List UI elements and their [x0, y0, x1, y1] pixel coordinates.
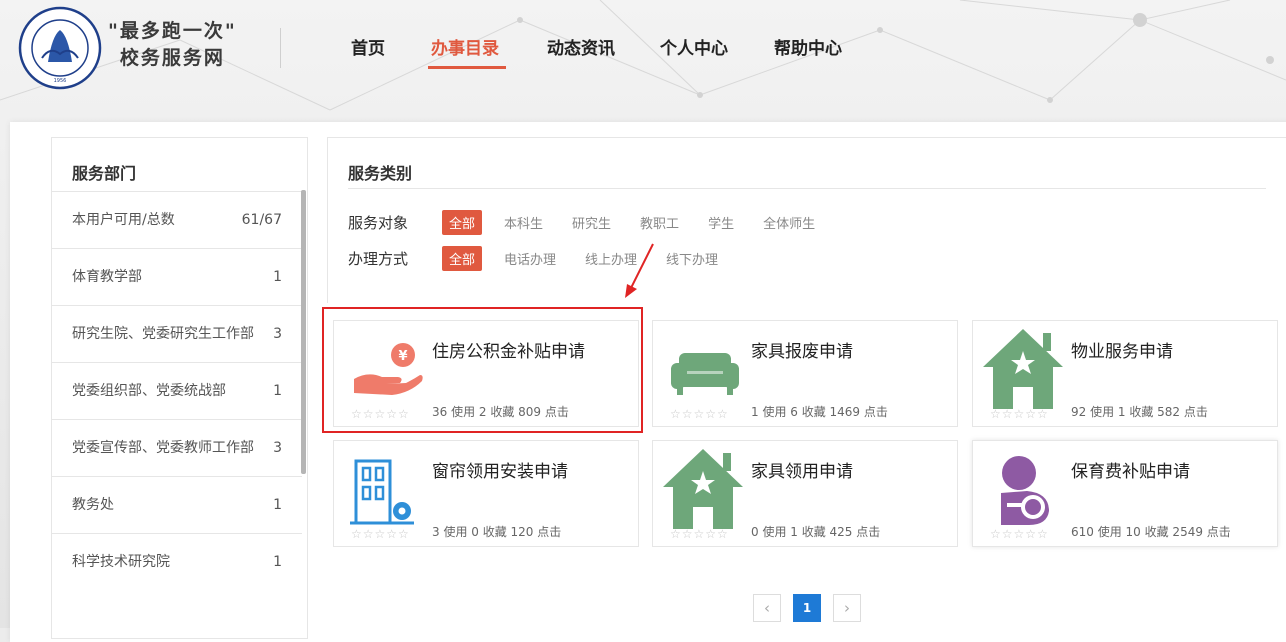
card-title: 保育费补贴申请	[1071, 462, 1190, 482]
audience-filter-row: 服务对象 全部 本科生 研究生 教职工 学生 全体师生	[348, 209, 837, 235]
card-title: 窗帘领用安装申请	[432, 462, 568, 482]
person-child-icon	[987, 451, 1067, 531]
rating-stars: ☆☆☆☆☆	[351, 527, 410, 541]
audience-tag-everyone[interactable]: 全体师生	[756, 210, 822, 235]
university-logo[interactable]: 1956	[18, 6, 102, 90]
card-stats: 1 使用 6 收藏 1469 点击	[751, 405, 888, 419]
rating-stars: ☆☆☆☆☆	[670, 527, 729, 541]
card-title: 家具领用申请	[751, 462, 853, 482]
card-stats: 610 使用 10 收藏 2549 点击	[1071, 525, 1231, 539]
site-title-line2: 校务服务网	[119, 47, 225, 69]
header-divider	[280, 28, 281, 68]
audience-filter-label: 服务对象	[348, 213, 409, 232]
sidebar-item-label: 体育教学部	[72, 269, 142, 285]
nav-personal-center[interactable]: 个人中心	[660, 34, 728, 59]
department-sidebar: 服务部门 本用户可用/总数 61/67 体育教学部 1 研究生院、党委研究生工作…	[51, 137, 308, 639]
sidebar-item-count: 1	[273, 269, 282, 285]
sidebar-item-label: 教务处	[72, 497, 114, 513]
rating-stars: ☆☆☆☆☆	[990, 527, 1049, 541]
svg-text:1956: 1956	[54, 78, 67, 84]
method-filter-row: 办理方式 全部 电话办理 线上办理 线下办理	[348, 245, 740, 271]
card-title: 家具报废申请	[751, 342, 853, 362]
sidebar-item-label: 本用户可用/总数	[72, 212, 175, 228]
audience-tag-undergrad[interactable]: 本科生	[497, 210, 550, 235]
card-stats: 3 使用 0 收藏 120 点击	[432, 525, 562, 539]
service-card-furniture-use[interactable]: 家具领用申请 ☆☆☆☆☆ 0 使用 1 收藏 425 点击	[652, 440, 958, 547]
sidebar-item-count: 3	[273, 440, 282, 456]
service-card-childcare[interactable]: 保育费补贴申请 ☆☆☆☆☆ 610 使用 10 收藏 2549 点击	[972, 440, 1278, 547]
card-stats: 0 使用 1 收藏 425 点击	[751, 525, 881, 539]
sidebar-item-academic-affairs[interactable]: 教务处 1	[52, 476, 302, 533]
sidebar-item-count: 1	[273, 497, 282, 513]
audience-tag-staff[interactable]: 教职工	[633, 210, 686, 235]
sofa-icon	[667, 331, 747, 411]
method-filter-label: 办理方式	[348, 249, 409, 268]
service-card-furniture-scrap[interactable]: 家具报废申请 ☆☆☆☆☆ 1 使用 6 收藏 1469 点击	[652, 320, 958, 427]
audience-tag-all[interactable]: 全部	[442, 209, 483, 235]
sidebar-item-label: 党委宣传部、党委教师工作部	[72, 440, 254, 456]
sidebar-item-available-total[interactable]: 本用户可用/总数 61/67	[52, 191, 302, 248]
sidebar-item-count: 1	[273, 554, 282, 570]
sidebar-item-count: 61/67	[241, 212, 282, 228]
pagination-prev-button[interactable]: ‹	[753, 594, 781, 622]
method-tag-all[interactable]: 全部	[442, 245, 483, 271]
sidebar-title: 服务部门	[72, 164, 137, 183]
site-title: "最多跑一次" 校务服务网	[108, 18, 237, 72]
method-tag-offline[interactable]: 线下办理	[659, 246, 725, 271]
audience-tag-student[interactable]: 学生	[701, 210, 741, 235]
card-title: 物业服务申请	[1071, 342, 1173, 362]
content-divider	[348, 188, 1266, 189]
sidebar-item-label: 党委组织部、党委统战部	[72, 383, 226, 399]
audience-tag-graduate[interactable]: 研究生	[565, 210, 618, 235]
service-card-curtain[interactable]: 窗帘领用安装申请 ☆☆☆☆☆ 3 使用 0 收藏 120 点击	[333, 440, 639, 547]
service-card-property[interactable]: 物业服务申请 ☆☆☆☆☆ 92 使用 1 收藏 582 点击	[972, 320, 1278, 427]
nav-home[interactable]: 首页	[351, 34, 385, 59]
nav-service-catalog[interactable]: 办事目录	[431, 34, 499, 59]
department-list: 本用户可用/总数 61/67 体育教学部 1 研究生院、党委研究生工作部 3 党…	[52, 191, 302, 590]
house-star-icon	[661, 445, 743, 529]
sidebar-item-count: 3	[273, 326, 282, 342]
sidebar-item-publicity-dept[interactable]: 党委宣传部、党委教师工作部 3	[52, 419, 302, 476]
annotation-arrow	[625, 243, 654, 298]
nav-help-center[interactable]: 帮助中心	[774, 34, 842, 59]
content-title: 服务类别	[348, 164, 413, 183]
rating-stars: ☆☆☆☆☆	[670, 407, 729, 421]
house-star-icon	[981, 325, 1063, 409]
sidebar-item-science-institute[interactable]: 科学技术研究院 1	[52, 533, 302, 590]
sidebar-item-organization-dept[interactable]: 党委组织部、党委统战部 1	[52, 362, 302, 419]
card-stats: 92 使用 1 收藏 582 点击	[1071, 405, 1208, 419]
service-category-panel: 服务类别 服务对象 全部 本科生 研究生 教职工 学生 全体师生 办理方式 全部…	[327, 137, 1286, 303]
sidebar-item-label: 科学技术研究院	[72, 554, 170, 570]
annotation-highlight-box	[322, 307, 643, 433]
sidebar-item-count: 1	[273, 383, 282, 399]
nav-active-underline	[428, 66, 506, 69]
sidebar-item-pe-dept[interactable]: 体育教学部 1	[52, 248, 302, 305]
pagination-page-1[interactable]: 1	[793, 594, 821, 622]
method-tag-phone[interactable]: 电话办理	[497, 246, 563, 271]
pagination-next-button[interactable]: ›	[833, 594, 861, 622]
sidebar-item-label: 研究生院、党委研究生工作部	[72, 326, 254, 342]
rating-stars: ☆☆☆☆☆	[990, 407, 1049, 421]
nav-news[interactable]: 动态资讯	[547, 34, 615, 59]
building-gear-icon	[348, 451, 428, 531]
sidebar-scrollbar[interactable]	[301, 190, 306, 474]
site-title-line1: "最多跑一次"	[108, 20, 237, 42]
sidebar-item-graduate-school[interactable]: 研究生院、党委研究生工作部 3	[52, 305, 302, 362]
